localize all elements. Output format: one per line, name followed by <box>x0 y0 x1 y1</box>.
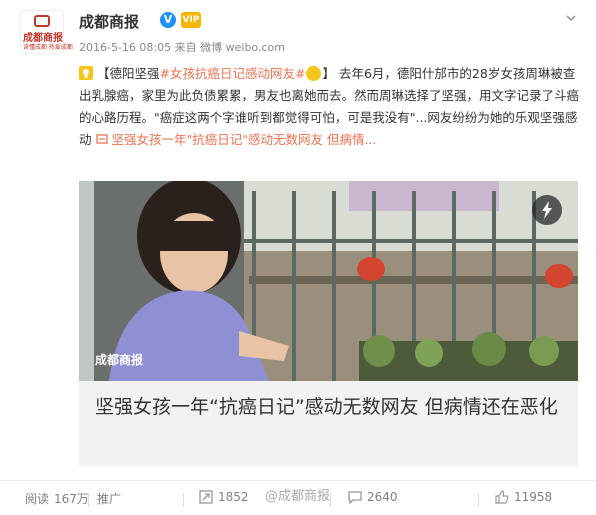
article-card[interactable]: 成都商报 坚强女孩一年“抗癌日记”感动无数网友 但病情还在恶化 <box>79 181 578 466</box>
hashtag-link[interactable]: #女孩抗癌日记感动网友# <box>160 66 306 81</box>
tag-location: 德阳坚强 <box>109 66 160 81</box>
repost-icon <box>199 490 213 504</box>
post-meta: 2016-5-16 08:05 来自 微博 weibo.com <box>79 39 285 55</box>
article-photo[interactable]: 成都商报 <box>79 181 578 381</box>
account-avatar[interactable]: 成都商报 读懂成都·热爱成都 <box>20 10 73 54</box>
divider <box>88 493 89 507</box>
divider <box>330 493 331 507</box>
article-link[interactable]: 坚强女孩一年"抗癌日记"感动无数网友 但病情... <box>111 132 376 147</box>
account-name[interactable]: 成都商报 <box>79 11 139 32</box>
comment-icon <box>348 491 362 504</box>
divider <box>183 493 184 507</box>
like-button[interactable]: 11958 <box>495 490 552 504</box>
chevron-down-icon[interactable] <box>565 12 577 24</box>
divider <box>478 493 479 507</box>
repost-button[interactable]: 1852 <box>199 490 249 504</box>
read-count-label: 阅读 <box>25 492 50 506</box>
post-header: 成都商报 读懂成都·热爱成都 成都商报 V VIP 2016-5-16 08:0… <box>0 0 596 64</box>
video-play-icon[interactable] <box>532 195 562 225</box>
tag-close: 】 <box>322 66 335 81</box>
post-body: 【德阳坚强#女孩抗癌日记感动网友#】 去年6月，德阳什邡市的28岁女孩周琳被查出… <box>79 63 579 151</box>
read-count: 阅读 167万 <box>25 490 89 507</box>
tag-open: 【 <box>96 66 110 81</box>
link-icon <box>95 134 108 144</box>
avatar-logo-subtext: 读懂成都·热爱成都 <box>23 44 73 51</box>
comment-count: 2640 <box>367 490 398 504</box>
logo-mark-icon <box>34 15 50 27</box>
article-title[interactable]: 坚强女孩一年“抗癌日记”感动无数网友 但病情还在恶化 <box>95 393 565 421</box>
source-prefix: 来自 <box>174 41 197 54</box>
thumbs-up-icon <box>495 490 509 504</box>
promote-label: 推广 <box>97 492 122 506</box>
photo-source-label: 成都商报 <box>95 353 144 367</box>
read-count-value: 167万 <box>54 492 89 506</box>
watermark-text: @成都商报 <box>265 489 331 504</box>
repost-count: 1852 <box>218 490 249 504</box>
post-timestamp[interactable]: 2016-5-16 08:05 <box>79 41 171 54</box>
sad-face-emoji-icon <box>306 66 322 81</box>
verified-badge-icon: V <box>160 12 176 28</box>
post-source[interactable]: 微博 weibo.com <box>200 41 285 54</box>
vip-badge-icon: VIP <box>181 12 201 28</box>
lightbulb-icon <box>79 66 93 80</box>
promote-button[interactable]: 推广 <box>97 490 121 507</box>
comment-button[interactable]: 2640 <box>348 490 398 504</box>
like-count: 11958 <box>514 490 553 504</box>
